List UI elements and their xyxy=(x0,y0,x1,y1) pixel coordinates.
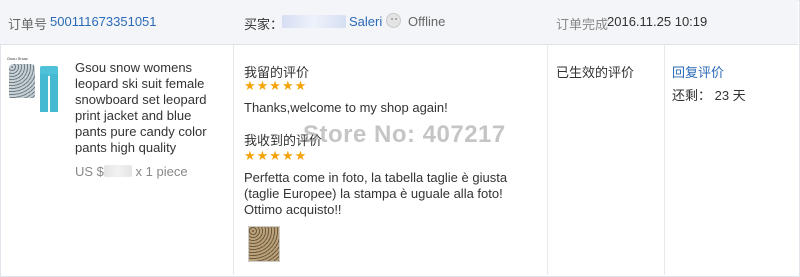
buyer-name-link[interactable]: Saleri xyxy=(349,14,382,29)
my-rating-stars: ★★★★★ xyxy=(244,78,308,93)
pants-image xyxy=(40,74,48,112)
order-number-label: 订单号 xyxy=(8,17,48,32)
order-header: 订单号 500111673351051 买家： Saleri Offline 订… xyxy=(0,0,798,45)
completed-date: 2016.11.25 10:19 xyxy=(607,14,708,29)
buyer-label: 买家： xyxy=(244,17,284,32)
my-feedback-text: Thanks,welcome to my shop again! xyxy=(244,100,448,115)
pants-image xyxy=(50,74,58,112)
thumbnail-brand-text: Gsou Snow xyxy=(7,56,28,61)
price-quantity: US $ x 1 piece xyxy=(75,164,188,179)
product-thumbnail[interactable]: Gsou Snow xyxy=(6,56,64,116)
online-status: Offline xyxy=(408,14,446,29)
feedback-photo[interactable] xyxy=(248,226,280,262)
received-feedback-text: Perfetta come in foto, la tabella taglie… xyxy=(244,170,508,217)
feedback-status: 已生效的评价 xyxy=(556,65,635,80)
jacket-image xyxy=(9,64,35,98)
buyer-name-redacted xyxy=(282,15,346,28)
price-prefix: US $ xyxy=(75,164,104,179)
chat-offline-icon[interactable] xyxy=(386,13,401,28)
quantity-text: x 1 piece xyxy=(135,164,188,179)
price-redacted xyxy=(103,165,132,177)
column-divider xyxy=(547,45,548,275)
remaining-days: 还剩： 23 天 xyxy=(672,88,746,103)
column-divider xyxy=(233,45,234,275)
store-watermark: Store No: 407217 xyxy=(303,121,506,148)
order-number-link[interactable]: 500111673351051 xyxy=(50,14,157,29)
reply-feedback-link[interactable]: 回复评价 xyxy=(672,62,724,81)
completed-label: 订单完成 xyxy=(556,17,609,32)
column-divider xyxy=(664,45,665,275)
received-rating-stars: ★★★★★ xyxy=(244,148,308,163)
product-title-link[interactable]: Gsou snow womens leopard ski suit female… xyxy=(75,60,225,156)
